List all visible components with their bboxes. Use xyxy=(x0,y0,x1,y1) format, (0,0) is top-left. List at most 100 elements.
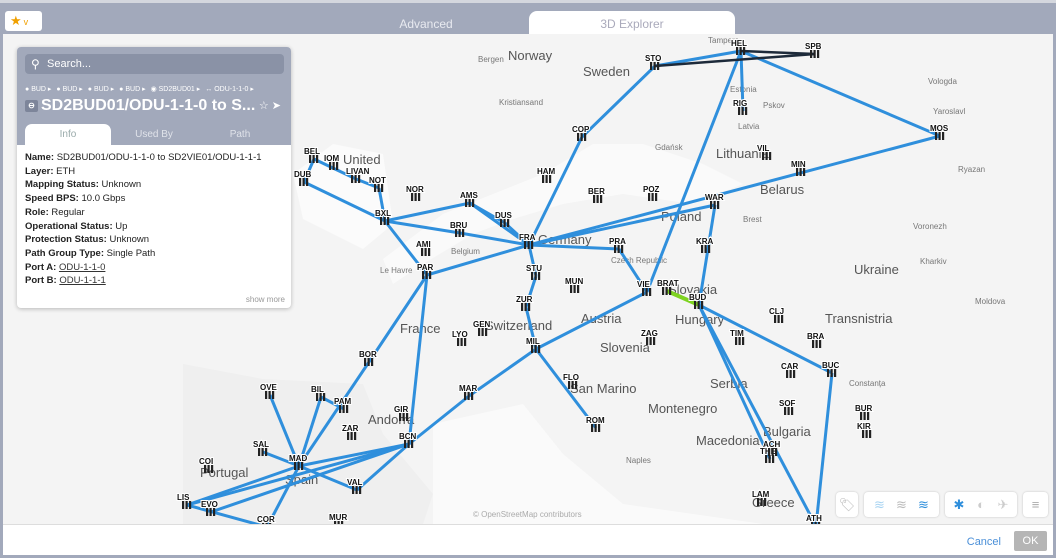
port-link[interactable]: ODU-1-1-1 xyxy=(59,275,105,286)
field-label: Port B: xyxy=(25,275,60,287)
place-label: Slovenia xyxy=(600,340,651,355)
device-icon xyxy=(182,501,192,509)
device-icon xyxy=(935,132,945,140)
star-outline-icon[interactable]: ☆ xyxy=(259,100,269,112)
device-icon xyxy=(352,486,362,494)
site-label: ROM xyxy=(586,416,605,425)
device-icon xyxy=(421,248,431,256)
place-label: Belarus xyxy=(760,182,805,197)
site-label: AMI xyxy=(416,240,431,249)
breadcrumb-item[interactable]: ↔ ODU-1-1-0 ▸ xyxy=(205,86,254,93)
place-label: United xyxy=(343,152,381,167)
device-icon xyxy=(786,370,796,378)
field-value: Single Path xyxy=(106,247,156,259)
device-icon xyxy=(568,381,578,389)
site-label: AMS xyxy=(460,191,478,200)
site-label: BXL xyxy=(375,209,391,218)
search-input[interactable]: ⚲ Search... xyxy=(25,54,284,74)
site-label: MIN xyxy=(791,160,806,169)
device-icon xyxy=(380,217,390,225)
field-label: Name: xyxy=(25,152,57,163)
device-icon xyxy=(757,498,767,506)
site-label: BCN xyxy=(399,432,417,441)
device-icon xyxy=(204,465,214,473)
breadcrumb-item[interactable]: ◉ SD2BUD01 ▸ xyxy=(151,86,201,93)
ok-button[interactable]: OK xyxy=(1014,531,1047,551)
layers-blue-icon[interactable]: ≋ xyxy=(913,492,935,517)
info-field: Protection Status: Unknown xyxy=(25,233,283,247)
breadcrumb-item[interactable]: ● BUD ▸ xyxy=(25,86,51,93)
satellite-icon[interactable]: ✈ xyxy=(992,492,1014,517)
site-label: IOM xyxy=(324,154,339,163)
site-label: VIL xyxy=(757,144,770,153)
site-node[interactable]: ATH xyxy=(805,513,823,524)
place-label: Ukraine xyxy=(854,262,899,277)
map-view[interactable]: NorwaySwedenEstoniaLatviaLithuaniaBelaru… xyxy=(3,34,1053,524)
cancel-button[interactable]: Cancel xyxy=(967,536,1001,548)
port-link[interactable]: ODU-1-1-0 xyxy=(59,262,105,273)
tab-info[interactable]: Info xyxy=(25,124,111,145)
device-icon xyxy=(524,241,534,249)
device-icon xyxy=(827,369,837,377)
place-label: Brest xyxy=(743,215,762,224)
site-label: VAL xyxy=(347,478,363,487)
place-label: Yaroslavl xyxy=(933,107,966,116)
site-label: NOR xyxy=(406,185,424,194)
site-label: BUD xyxy=(689,293,707,302)
site-label: COP xyxy=(572,125,590,134)
site-label: SPB xyxy=(805,42,822,51)
device-icon xyxy=(662,287,672,295)
site-label: WAR xyxy=(705,193,724,202)
labels-toggle[interactable]: 🏷 xyxy=(836,492,858,517)
site-label: MAR xyxy=(459,384,477,393)
favorites-button[interactable]: ★ v xyxy=(5,11,42,31)
device-icon xyxy=(577,133,587,141)
contrast-icon[interactable]: ◐ xyxy=(970,492,992,517)
breadcrumb-item[interactable]: ● BUD ▸ xyxy=(88,86,114,93)
place-label: Kristiansand xyxy=(499,98,543,107)
site-label: COR xyxy=(257,515,275,524)
show-more-link[interactable]: show more xyxy=(246,295,285,304)
site-label: FRA xyxy=(519,233,536,242)
tab-path[interactable]: Path xyxy=(197,124,283,145)
tab-used-by[interactable]: Used By xyxy=(111,124,197,145)
place-label: Montenegro xyxy=(648,401,717,416)
site-node[interactable]: COR xyxy=(256,514,276,524)
device-icon xyxy=(694,301,704,309)
layers-light-icon[interactable]: ≋ xyxy=(869,492,891,517)
device-icon xyxy=(422,271,432,279)
site-label: BEL xyxy=(304,147,320,156)
site-label: GEN xyxy=(473,320,491,329)
device-icon xyxy=(860,412,870,420)
device-icon xyxy=(762,152,772,160)
layers-gray-icon[interactable]: ≋ xyxy=(891,492,913,517)
place-label: Gdańsk xyxy=(655,143,684,152)
site-label: BRA xyxy=(807,332,825,341)
device-icon xyxy=(411,193,421,201)
view-options: ✱ ◐ ✈ xyxy=(945,492,1017,517)
gear-icon[interactable]: ✱ xyxy=(948,492,970,517)
breadcrumb-item[interactable]: ● BUD ▸ xyxy=(56,86,82,93)
device-icon xyxy=(265,391,275,399)
device-icon xyxy=(457,338,467,346)
info-field: Path Group Type: Single Path xyxy=(25,247,283,261)
device-icon xyxy=(646,337,656,345)
link-icon: ⊖ xyxy=(25,100,38,112)
device-icon xyxy=(478,328,488,336)
locate-icon[interactable]: ➤ xyxy=(272,100,281,112)
menu-button[interactable]: ≡ xyxy=(1023,492,1048,517)
field-label: Layer: xyxy=(25,165,57,177)
device-icon xyxy=(774,315,784,323)
device-icon xyxy=(531,272,541,280)
device-icon xyxy=(701,245,711,253)
site-label: VIE xyxy=(637,280,651,289)
info-field: Port B: ODU-1-1-1 xyxy=(25,274,283,288)
site-label: STO xyxy=(645,54,661,63)
info-field: Role: Regular xyxy=(25,206,283,220)
info-field: Name: SD2BUD01/ODU-1-1-0 to SD2VIE01/ODU… xyxy=(25,151,283,165)
site-label: EVO xyxy=(201,500,218,509)
device-icon xyxy=(796,168,806,176)
menu-icon: ≡ xyxy=(1031,497,1040,512)
breadcrumb-item[interactable]: ● BUD ▸ xyxy=(119,86,145,93)
site-label: BIL xyxy=(311,385,324,394)
